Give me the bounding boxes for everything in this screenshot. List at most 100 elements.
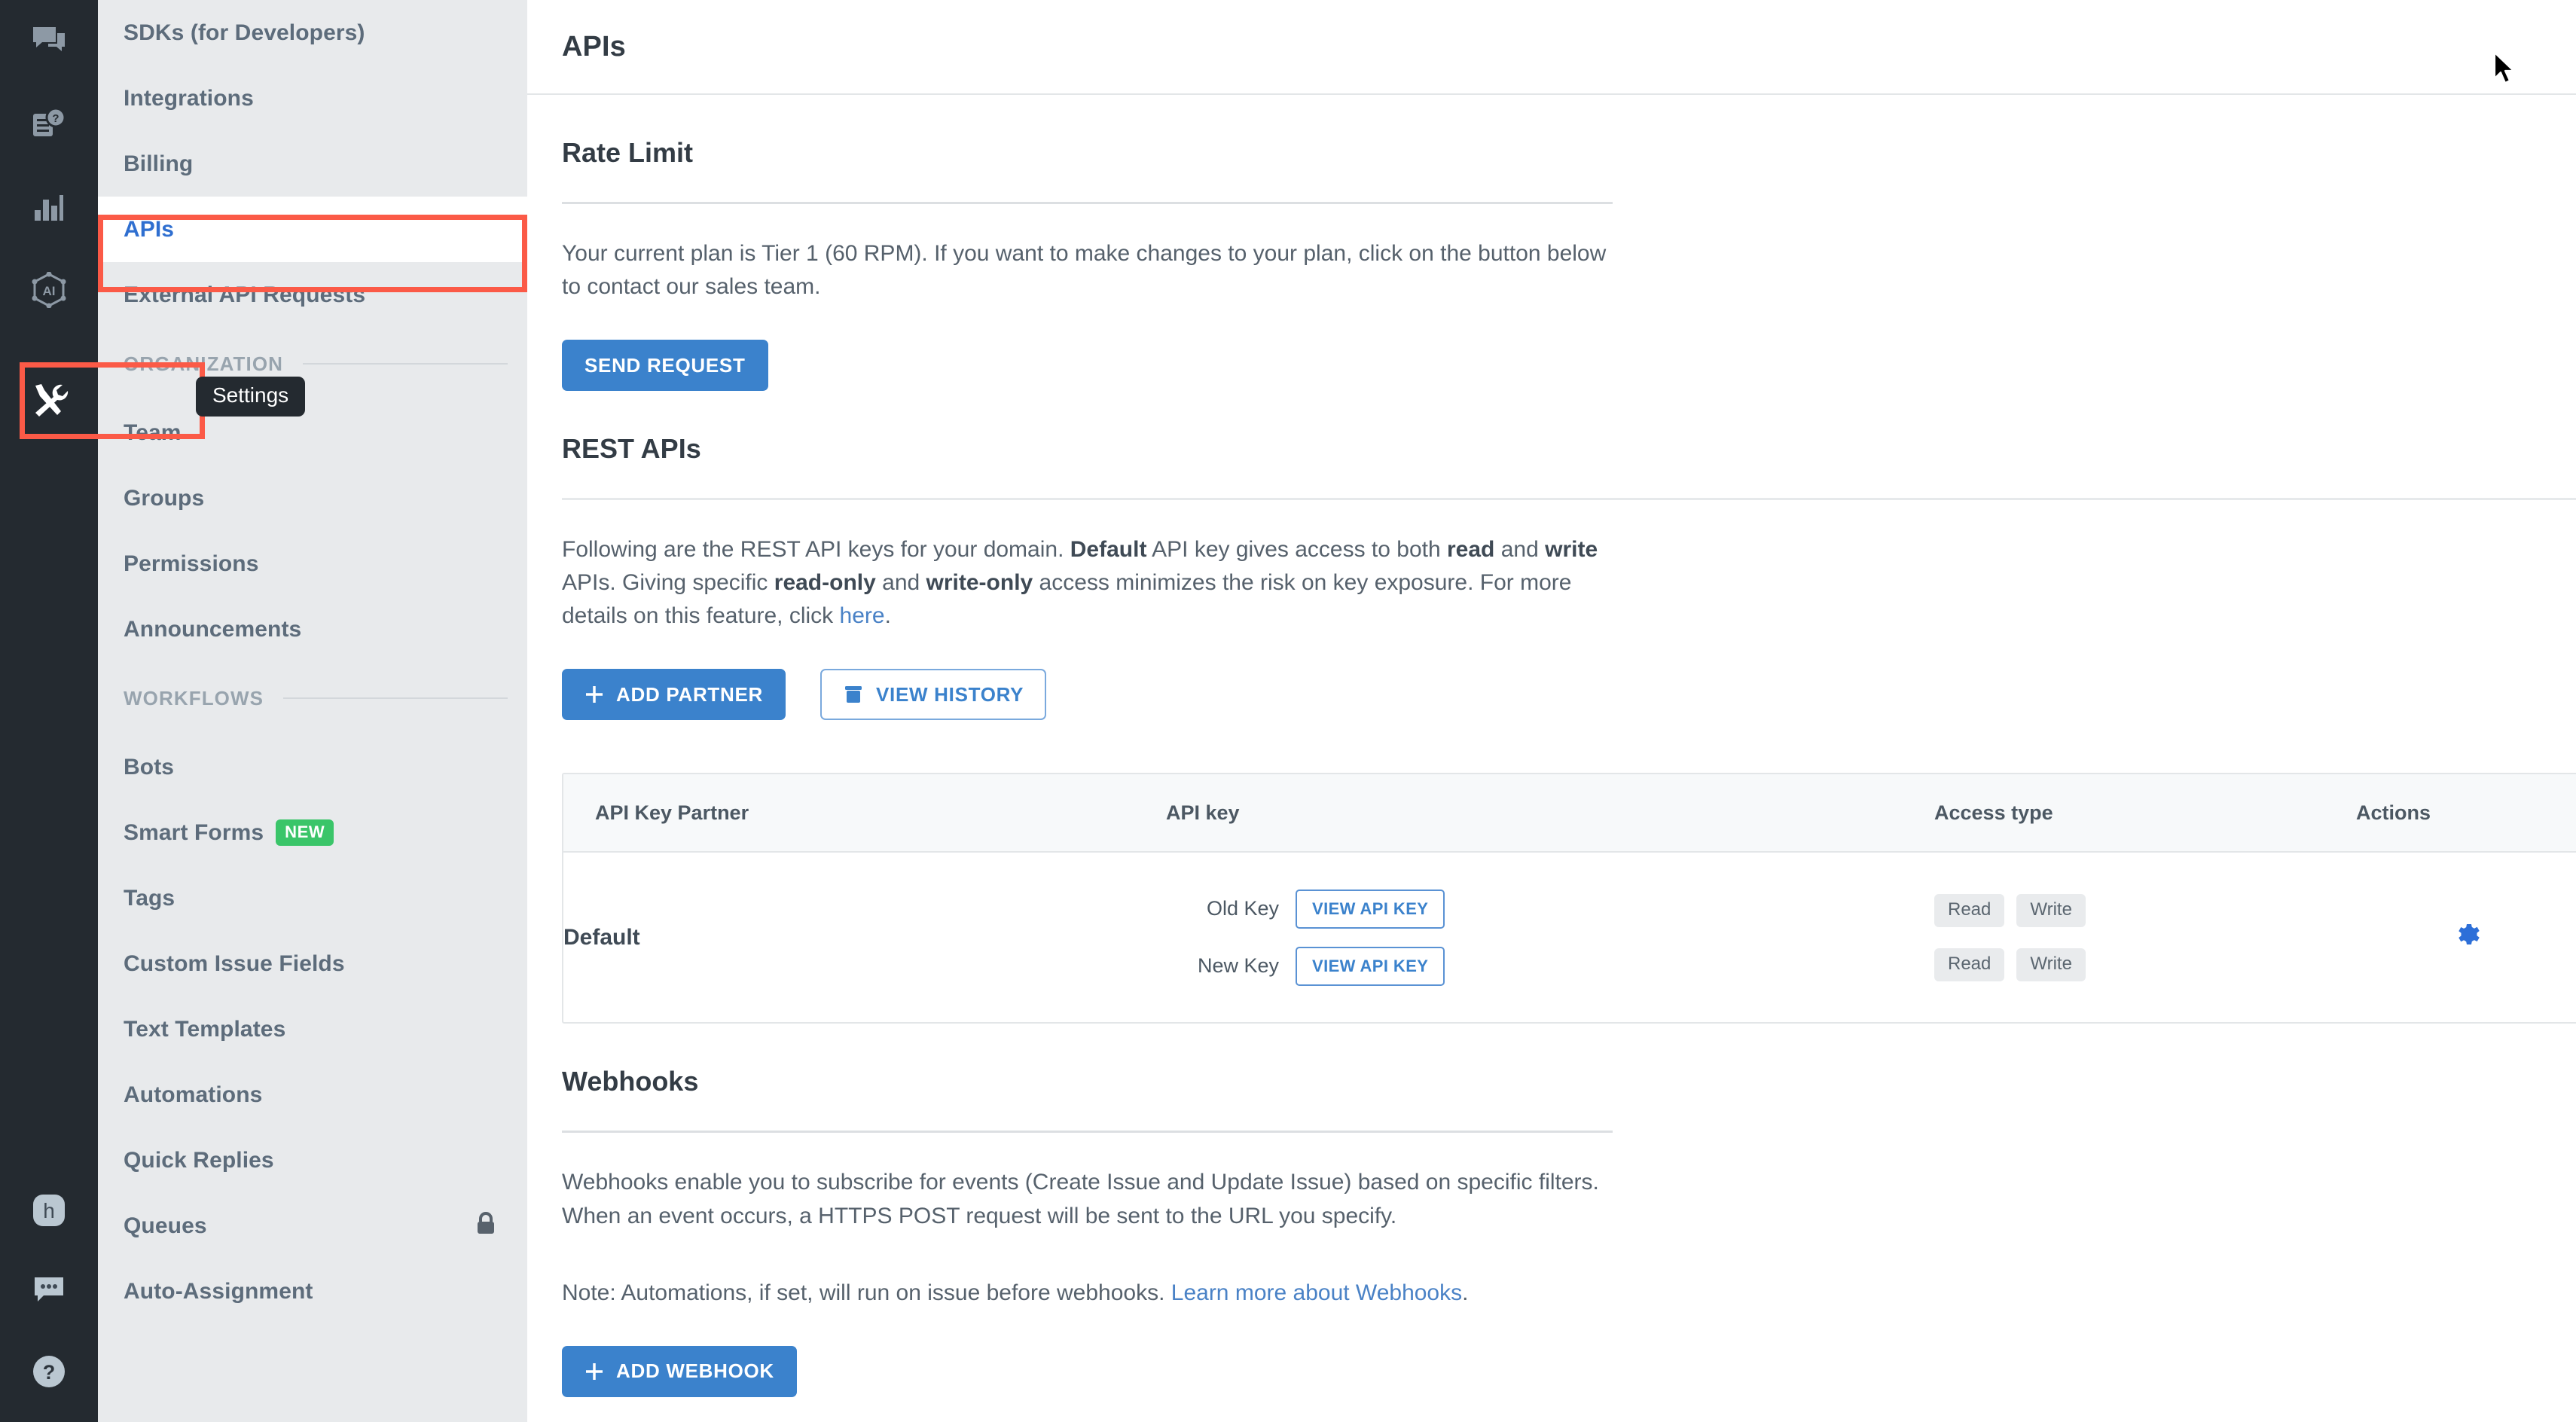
- settings-tools-icon[interactable]: [0, 362, 98, 439]
- rest-apis-actions: ADD PARTNER VIEW HISTORY: [562, 669, 2541, 721]
- helpshift-logo-icon[interactable]: h: [0, 1169, 98, 1252]
- webhooks-title: Webhooks: [562, 1066, 699, 1097]
- old-key-label: Old Key: [1206, 897, 1279, 920]
- sidebar-item-label: Team: [124, 420, 182, 445]
- ai-icon[interactable]: AI: [0, 249, 98, 331]
- webhooks-divider: [562, 1131, 1613, 1134]
- sidebar-section-organization: ORGANIZATION: [98, 328, 527, 400]
- add-partner-button[interactable]: ADD PARTNER: [562, 669, 786, 721]
- api-keys-table: API Key Partner API key Access type Acti…: [562, 773, 2576, 1024]
- section-title: ORGANIZATION: [124, 352, 284, 375]
- here-link[interactable]: here: [840, 603, 885, 628]
- access-chip-write: Write: [2016, 947, 2086, 981]
- sidebar-item-sdks[interactable]: SDKs (for Developers): [98, 0, 527, 66]
- plus-icon: [584, 1362, 604, 1381]
- webhooks-description: Webhooks enable you to subscribe for eve…: [562, 1170, 1599, 1228]
- note-text: Note: Automations, if set, will run on i…: [562, 1280, 1171, 1305]
- sidebar-section-workflows: WORKFLOWS: [98, 662, 527, 734]
- sidebar-item-label: Groups: [124, 485, 205, 511]
- rate-limit-description: Your current plan is Tier 1 (60 RPM). If…: [562, 241, 1607, 300]
- column-header-partner: API Key Partner: [563, 774, 1166, 853]
- content-area: Rate Limit Your current plan is Tier 1 (…: [527, 95, 2576, 1397]
- sidebar-item-text-templates[interactable]: Text Templates: [98, 996, 527, 1062]
- sidebar-item-label: Automations: [124, 1082, 263, 1107]
- add-webhook-button[interactable]: ADD WEBHOOK: [562, 1345, 797, 1397]
- sidebar-item-label: Bots: [124, 754, 175, 780]
- sidebar-item-custom-issue-fields[interactable]: Custom Issue Fields: [98, 931, 527, 996]
- lock-icon: [476, 1211, 496, 1240]
- cell-actions: [2356, 852, 2576, 1022]
- view-api-key-button-new[interactable]: VIEW API KEY: [1296, 946, 1445, 986]
- page-header: APIs: [527, 0, 2576, 95]
- sidebar-item-label: Auto-Assignment: [124, 1278, 313, 1304]
- view-history-button[interactable]: VIEW HISTORY: [820, 669, 1047, 721]
- section-title: WORKFLOWS: [124, 686, 264, 709]
- sidebar-item-smart-forms[interactable]: Smart Forms NEW: [98, 800, 527, 865]
- desc-text: API key gives access to both: [1146, 537, 1447, 563]
- desc-bold-write-only: write-only: [926, 570, 1033, 596]
- sidebar-item-announcements[interactable]: Announcements: [98, 597, 527, 662]
- cell-access-type: Read Write Read Write: [1934, 852, 2356, 1022]
- sidebar-item-tags[interactable]: Tags: [98, 865, 527, 931]
- sidebar-item-label: Quick Replies: [124, 1147, 274, 1173]
- add-partner-label: ADD PARTNER: [616, 682, 763, 706]
- knowledge-base-icon[interactable]: ?: [0, 83, 98, 166]
- icon-rail: ? AI h ?: [0, 0, 98, 1422]
- app-root: ? AI h ? SDKs (for Developers) Integrati…: [0, 0, 2576, 1422]
- sidebar-item-groups[interactable]: Groups: [98, 465, 527, 531]
- sidebar-item-bots[interactable]: Bots: [98, 734, 527, 800]
- new-key-label: New Key: [1197, 954, 1279, 978]
- rest-apis-title: REST APIs: [562, 433, 701, 465]
- sidebar-item-billing[interactable]: Billing: [98, 131, 527, 197]
- sidebar-item-queues[interactable]: Queues: [98, 1193, 527, 1259]
- webhooks-note: Note: Automations, if set, will run on i…: [562, 1277, 1616, 1310]
- rate-limit-section: Rate Limit Your current plan is Tier 1 (…: [562, 95, 2541, 392]
- help-question-icon[interactable]: ?: [0, 1330, 98, 1413]
- send-request-button[interactable]: SEND REQUEST: [562, 340, 768, 392]
- sidebar-item-label: Integrations: [124, 85, 254, 111]
- desc-text: and: [1494, 537, 1546, 563]
- sidebar-item-automations[interactable]: Automations: [98, 1062, 527, 1128]
- access-row-new: Read Write: [1934, 947, 2356, 981]
- desc-bold-read: read: [1447, 537, 1495, 563]
- settings-sidebar: SDKs (for Developers) Integrations Billi…: [98, 0, 527, 1422]
- desc-bold-default: Default: [1070, 537, 1147, 563]
- send-request-label: SEND REQUEST: [584, 353, 746, 377]
- cell-partner-name: Default: [563, 924, 640, 950]
- sidebar-item-label: Billing: [124, 151, 194, 176]
- sidebar-item-label: Smart Forms: [124, 819, 264, 845]
- table-header-row: API Key Partner API key Access type Acti…: [563, 774, 2576, 853]
- main-content: APIs Rate Limit Your current plan is Tie…: [527, 0, 2576, 1422]
- feedback-chat-icon[interactable]: [0, 1249, 98, 1332]
- sidebar-item-label: External API Requests: [124, 282, 366, 307]
- sidebar-item-label: Permissions: [124, 551, 259, 576]
- rest-apis-section: REST APIs Following are the REST API key…: [562, 391, 2576, 1024]
- sidebar-item-external-api-requests[interactable]: External API Requests: [98, 262, 527, 328]
- rate-limit-divider: [562, 202, 1613, 204]
- access-chip-write: Write: [2016, 893, 2086, 927]
- desc-text: and: [875, 570, 926, 596]
- column-header-access-type: Access type: [1934, 774, 2356, 853]
- rate-limit-title: Rate Limit: [562, 137, 694, 168]
- sidebar-item-permissions[interactable]: Permissions: [98, 531, 527, 597]
- sidebar-item-label: Custom Issue Fields: [124, 951, 345, 976]
- chat-icon[interactable]: [0, 0, 98, 83]
- analytics-icon[interactable]: [0, 166, 98, 249]
- sidebar-item-label: Queues: [124, 1213, 207, 1238]
- sidebar-item-apis[interactable]: APIs: [98, 197, 527, 262]
- access-chip-read: Read: [1934, 893, 2005, 927]
- gear-icon[interactable]: [2456, 923, 2482, 948]
- sidebar-item-team[interactable]: Team: [98, 400, 527, 465]
- cell-api-keys: Old Key VIEW API KEY New Key VIEW API KE…: [1166, 852, 1934, 1022]
- view-api-key-button-old[interactable]: VIEW API KEY: [1296, 889, 1445, 929]
- svg-text:?: ?: [43, 1361, 56, 1384]
- rate-limit-actions: SEND REQUEST: [562, 340, 2541, 392]
- section-divider: [283, 697, 508, 699]
- learn-more-webhooks-link[interactable]: Learn more about Webhooks: [1171, 1280, 1462, 1305]
- sidebar-item-quick-replies[interactable]: Quick Replies: [98, 1128, 527, 1193]
- sidebar-item-auto-assignment[interactable]: Auto-Assignment: [98, 1259, 527, 1324]
- new-badge: NEW: [276, 819, 334, 846]
- sidebar-item-integrations[interactable]: Integrations: [98, 66, 527, 131]
- rest-apis-description: Following are the REST API keys for your…: [562, 533, 1616, 633]
